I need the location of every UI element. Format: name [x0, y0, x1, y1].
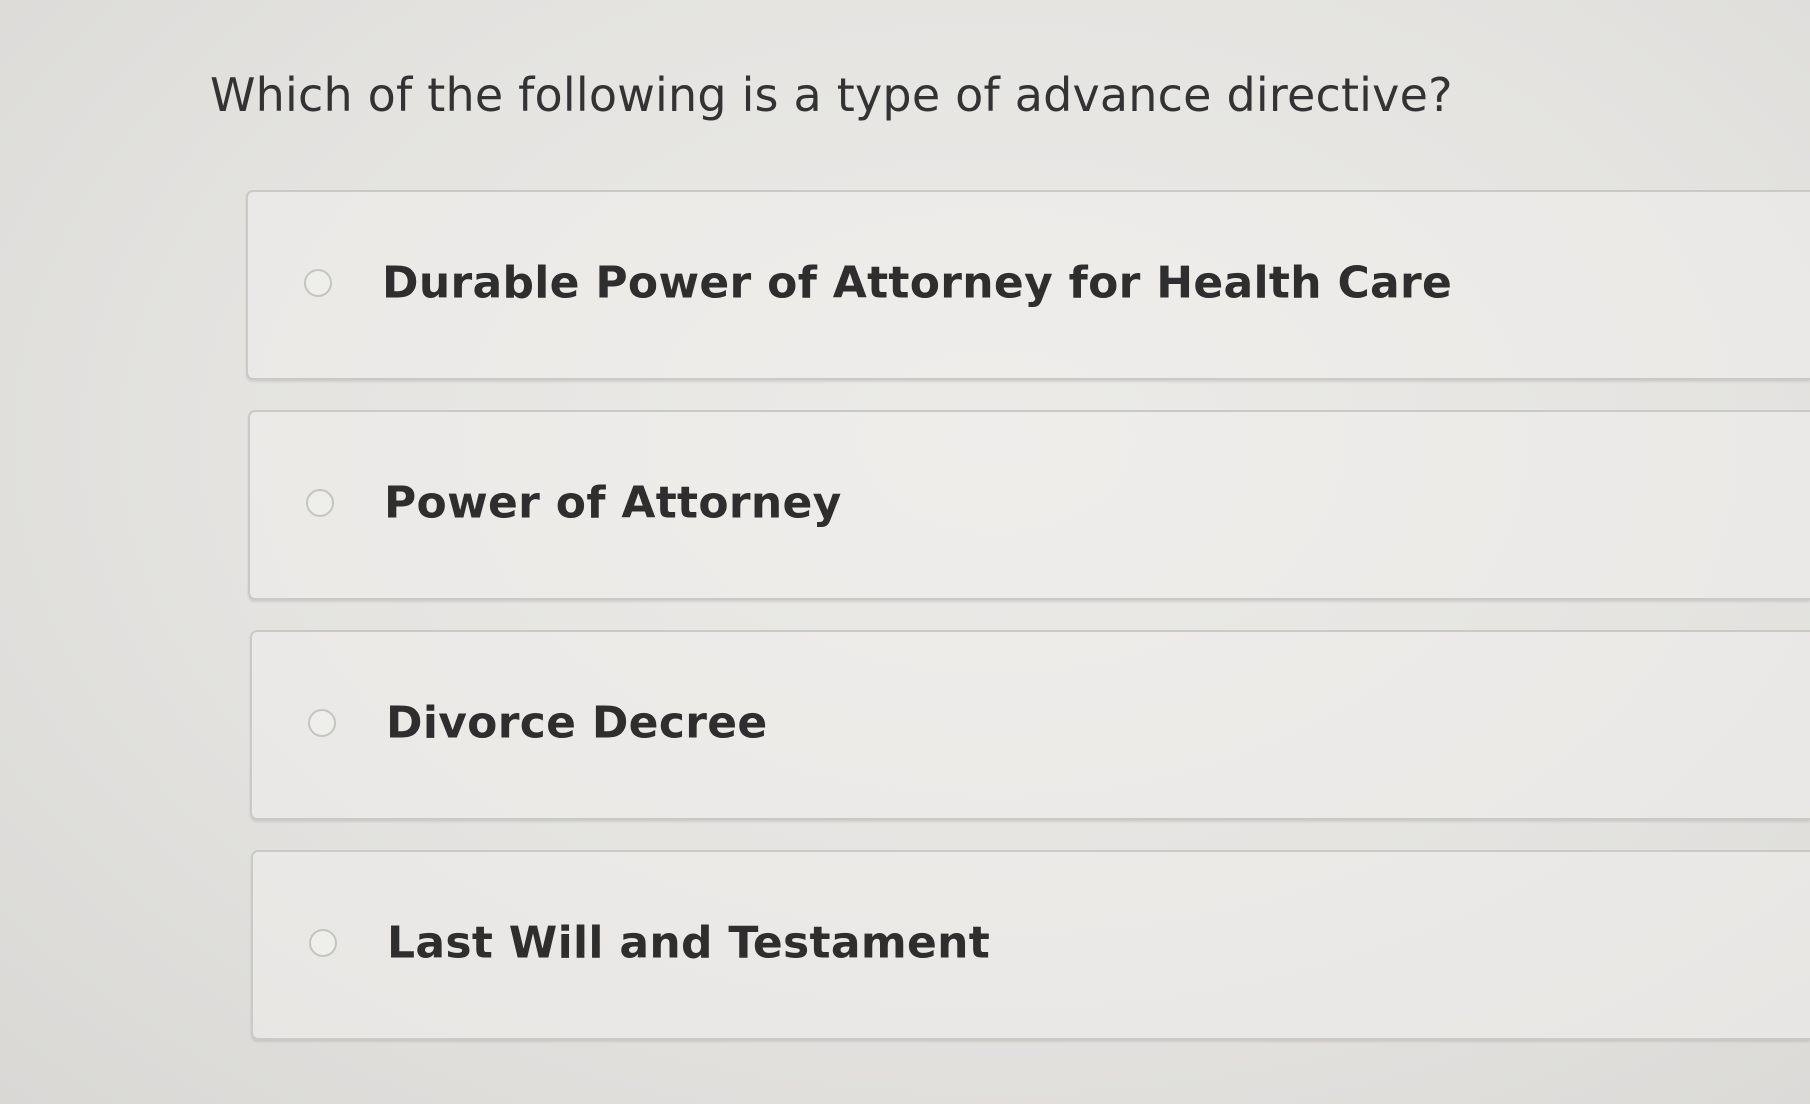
radio-button[interactable]	[308, 709, 336, 737]
answer-option-label: Durable Power of Attorney for Health Car…	[382, 257, 1453, 309]
answer-option-durable-power-of-attorney[interactable]: Durable Power of Attorney for Health Car…	[246, 190, 1810, 380]
answer-option-power-of-attorney[interactable]: Power of Attorney	[248, 410, 1810, 600]
answer-option-label: Power of Attorney	[384, 477, 842, 529]
question-text: Which of the following is a type of adva…	[210, 68, 1453, 122]
radio-button[interactable]	[304, 269, 332, 297]
radio-button[interactable]	[306, 489, 334, 517]
answer-option-last-will[interactable]: Last Will and Testament	[251, 850, 1810, 1040]
answer-option-label: Last Will and Testament	[387, 917, 991, 969]
answer-options: Durable Power of Attorney for Health Car…	[246, 190, 1810, 1070]
answer-option-label: Divorce Decree	[386, 697, 768, 749]
answer-option-divorce-decree[interactable]: Divorce Decree	[250, 630, 1810, 820]
radio-button[interactable]	[309, 929, 337, 957]
